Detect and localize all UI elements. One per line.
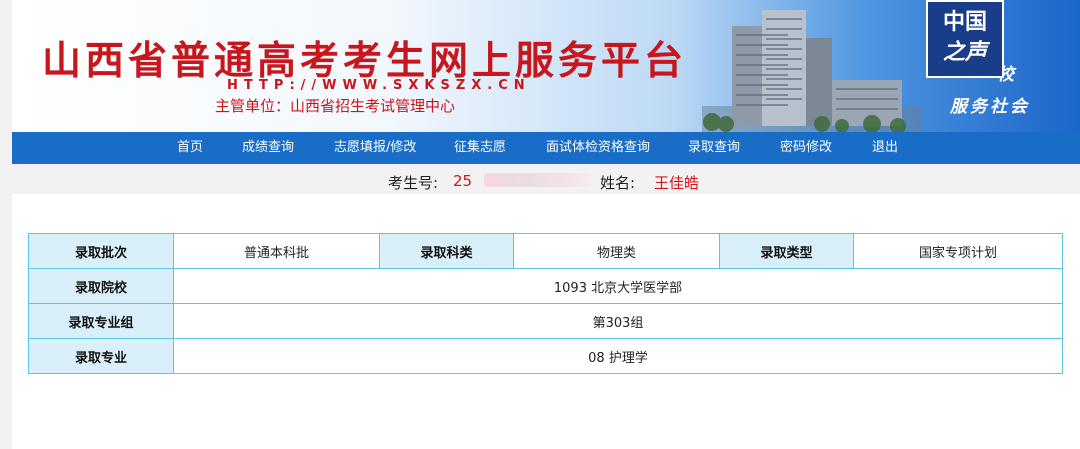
- nav-interview-eligibility[interactable]: 面试体检资格查询: [546, 132, 650, 164]
- student-id-value: 25: [453, 172, 473, 190]
- student-name-label: 姓名:: [600, 174, 636, 192]
- table-row: 录取院校 1093 北京大学医学部: [28, 268, 1063, 304]
- nav-logout[interactable]: 退出: [872, 132, 898, 164]
- category-value: 物理类: [513, 233, 720, 269]
- header-banner: 山西省普通高考考生网上服务平台 HTTP://WWW.SXKSZX.CN 主管单…: [12, 0, 1080, 132]
- logo-text-2: 之声: [942, 40, 987, 65]
- main-content: 录取批次 普通本科批 录取科类 物理类 录取类型 国家专项计划 录取院校 109…: [12, 194, 1080, 449]
- table-row: 录取批次 普通本科批 录取科类 物理类 录取类型 国家专项计划: [28, 233, 1063, 269]
- batch-value: 普通本科批: [173, 233, 380, 269]
- redaction-blur: [484, 173, 592, 187]
- nav-home[interactable]: 首页: [177, 132, 203, 164]
- category-label: 录取科类: [379, 233, 514, 269]
- batch-label: 录取批次: [28, 233, 174, 269]
- site-url: HTTP://WWW.SXKSZX.CN: [227, 78, 531, 93]
- nav-supplementary-application[interactable]: 征集志愿: [454, 132, 506, 164]
- main-nav: 首页 成绩查询 志愿填报/修改 征集志愿 面试体检资格查询 录取查询 密码修改 …: [12, 132, 1080, 164]
- student-info-bar: 考生号: 25 姓名: 王佳皓: [12, 164, 1080, 194]
- group-label: 录取专业组: [28, 303, 174, 339]
- building-image: [702, 10, 922, 132]
- group-value: 第303组: [173, 303, 1063, 339]
- logo-text-1: 中国: [942, 10, 987, 35]
- student-id-label: 考生号:: [388, 174, 439, 192]
- type-label: 录取类型: [719, 233, 854, 269]
- student-name-value: 王佳皓: [654, 174, 700, 192]
- school-label: 录取院校: [28, 268, 174, 304]
- table-row: 录取专业组 第303组: [28, 303, 1063, 339]
- nav-score-query[interactable]: 成绩查询: [242, 132, 294, 164]
- voice-of-china-logo: 中国 之声: [926, 0, 1004, 78]
- slogan-line-2: 服务社会: [950, 97, 1030, 117]
- nav-admission-query[interactable]: 录取查询: [688, 132, 740, 164]
- organizer-text: 主管单位：山西省招生考试管理中心: [215, 97, 456, 115]
- type-value: 国家专项计划: [853, 233, 1063, 269]
- nav-application-edit[interactable]: 志愿填报/修改: [334, 132, 416, 164]
- school-value: 1093 北京大学医学部: [173, 268, 1063, 304]
- major-value: 08 护理学: [173, 338, 1063, 374]
- admission-result-table: 录取批次 普通本科批 录取科类 物理类 录取类型 国家专项计划 录取院校 109…: [28, 233, 1063, 374]
- nav-password-change[interactable]: 密码修改: [780, 132, 832, 164]
- major-label: 录取专业: [28, 338, 174, 374]
- table-row: 录取专业 08 护理学: [28, 338, 1063, 374]
